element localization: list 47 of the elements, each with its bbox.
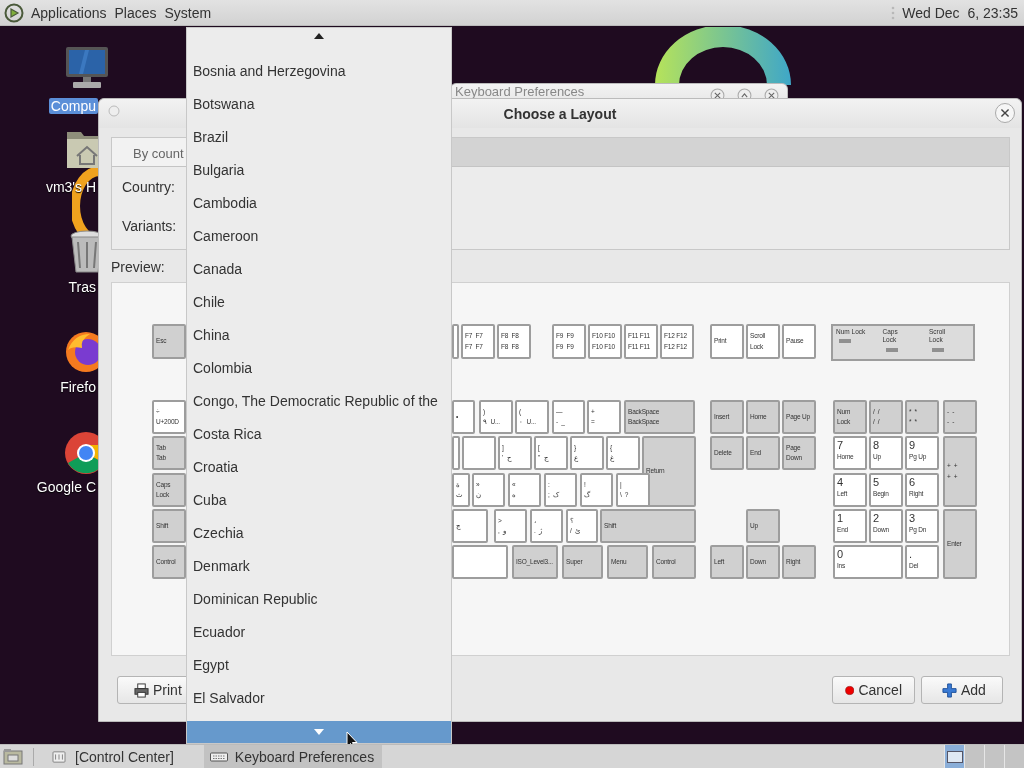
scroll-down-icon [314, 729, 324, 735]
computer-icon[interactable] [63, 46, 111, 90]
cancel-button[interactable]: Cancel [832, 676, 915, 704]
menu-item[interactable]: Ecuador [187, 616, 451, 649]
desktop-icon-label[interactable]: Tras [66, 279, 98, 295]
menu-item[interactable]: Croatia [187, 451, 451, 484]
window-title: Choose a Layout [503, 105, 617, 122]
menu-item[interactable]: China [187, 319, 451, 352]
menu-item[interactable]: Costa Rica [187, 418, 451, 451]
scroll-up-icon[interactable] [314, 33, 324, 39]
clock[interactable]: Wed Dec 6, 23:35 [902, 4, 1018, 21]
menu-item[interactable]: Cambodia [187, 187, 451, 220]
logo-icon[interactable] [4, 2, 24, 23]
plus-icon [942, 682, 957, 698]
panel-menu[interactable]: System [164, 4, 212, 21]
taskbar-button[interactable]: [Control Center] [44, 745, 182, 768]
keyboard-key [452, 436, 460, 470]
menu-item[interactable]: Colombia [187, 352, 451, 385]
add-button[interactable]: Add [921, 676, 1003, 704]
field-label: Variants: [122, 217, 177, 234]
menu-item[interactable]: Dominican Republic [187, 583, 451, 616]
menu-item[interactable]: Canada [187, 253, 451, 286]
close-button[interactable] [995, 103, 1015, 123]
desktop-icon-label[interactable]: Google C [34, 479, 98, 495]
panel-menu[interactable]: Applications [31, 4, 107, 21]
menu-item[interactable]: Denmark [187, 550, 451, 583]
desktop-icon-label[interactable]: Firefo [58, 379, 98, 395]
keyboard-key [462, 436, 496, 470]
grip-icon [890, 4, 897, 21]
keyboard-key [452, 324, 459, 359]
keyboard-icon [209, 750, 228, 763]
section-label: Preview: [111, 258, 165, 276]
panel-menu[interactable]: Places [114, 4, 157, 21]
menu-item[interactable]: Bosnia and Herzegovina [187, 55, 451, 88]
menu-item[interactable]: Chile [187, 286, 451, 319]
window-title: Keyboard Preferences [455, 84, 585, 99]
menu-item[interactable]: Cuba [187, 484, 451, 517]
menu-item[interactable]: Congo, The Democratic Republic of the [187, 385, 451, 418]
menu-item[interactable]: Botswana [187, 88, 451, 121]
menu-item[interactable]: Czechia [187, 517, 451, 550]
control-panel-icon [50, 750, 68, 763]
menu-item[interactable]: Cameroon [187, 220, 451, 253]
keyboard-key [452, 545, 508, 579]
workspace-button[interactable] [944, 745, 964, 768]
taskbar-button[interactable]: Keyboard Preferences [203, 745, 383, 768]
field-label: Country: [122, 178, 175, 195]
printer-icon [134, 682, 149, 698]
